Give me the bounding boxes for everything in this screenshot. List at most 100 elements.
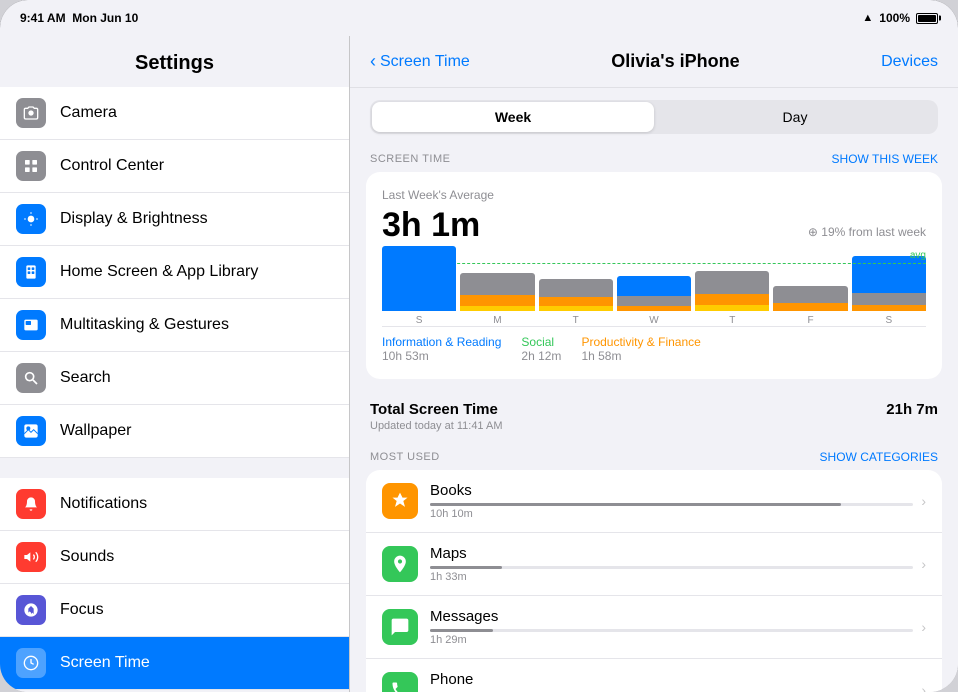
bar-group-5: F bbox=[773, 286, 847, 326]
sidebar-item-search[interactable]: Search bbox=[0, 352, 349, 405]
phone-info: Phone 1h 16m bbox=[430, 671, 913, 692]
maps-app-icon bbox=[382, 546, 418, 582]
phone-name: Phone bbox=[430, 671, 913, 688]
battery-percent: 100% bbox=[879, 11, 910, 25]
control-center-icon bbox=[16, 151, 46, 181]
content-scroll: SCREEN TIME SHOW THIS WEEK Last Week's A… bbox=[350, 142, 958, 692]
sidebar-title: Settings bbox=[0, 36, 349, 87]
page-title: Olivia's iPhone bbox=[611, 51, 739, 72]
messages-bar-fill bbox=[430, 629, 493, 632]
segment-week[interactable]: Week bbox=[372, 102, 654, 132]
legend-time-0: 10h 53m bbox=[382, 349, 501, 363]
bar-group-2: T bbox=[539, 279, 613, 326]
card-subtitle: Last Week's Average bbox=[382, 188, 926, 202]
display-brightness-icon bbox=[16, 204, 46, 234]
total-value: 21h 7m bbox=[886, 401, 938, 418]
legend-time-1: 2h 12m bbox=[521, 349, 561, 363]
sidebar-item-screen-time[interactable]: Screen Time bbox=[0, 637, 349, 690]
sidebar-item-display-brightness[interactable]: Display & Brightness bbox=[0, 193, 349, 246]
legend-productivity: Productivity & Finance 1h 58m bbox=[581, 335, 700, 363]
avg-line bbox=[382, 263, 926, 264]
notifications-icon bbox=[16, 489, 46, 519]
devices-button[interactable]: Devices bbox=[881, 53, 938, 71]
sidebar-label-focus: Focus bbox=[60, 601, 104, 619]
legend-info-reading: Information & Reading 10h 53m bbox=[382, 335, 501, 363]
messages-time: 1h 29m bbox=[430, 634, 913, 646]
multitasking-icon bbox=[16, 310, 46, 340]
main-time: 3h 1m bbox=[382, 206, 480, 245]
messages-bar-container bbox=[430, 629, 913, 632]
legend-name-0: Information & Reading bbox=[382, 335, 501, 349]
status-bar: 9:41 AM Mon Jun 10 ▲ 100% bbox=[0, 0, 958, 36]
bar-group-0: S bbox=[382, 246, 456, 326]
total-label: Total Screen Time bbox=[370, 401, 498, 418]
updated-text: Updated today at 11:41 AM bbox=[366, 420, 942, 440]
messages-info: Messages 1h 29m bbox=[430, 608, 913, 646]
sidebar-label-screen-time: Screen Time bbox=[60, 654, 150, 672]
status-time: 9:41 AM Mon Jun 10 bbox=[20, 11, 138, 25]
messages-name: Messages bbox=[430, 608, 913, 625]
bar-chart: avg S M bbox=[382, 247, 926, 327]
wallpaper-icon bbox=[16, 416, 46, 446]
sidebar-label-multitasking: Multitasking & Gestures bbox=[60, 316, 229, 334]
sidebar-item-home-screen[interactable]: Home Screen & App Library bbox=[0, 246, 349, 299]
segment-day[interactable]: Day bbox=[654, 102, 936, 132]
books-bar-container bbox=[430, 503, 913, 506]
sidebar-label-home-screen: Home Screen & App Library bbox=[60, 263, 258, 281]
ipad-frame: 9:41 AM Mon Jun 10 ▲ 100% Settings Camer… bbox=[0, 0, 958, 692]
bar-group-1: M bbox=[460, 273, 534, 326]
app-row-messages[interactable]: Messages 1h 29m › bbox=[366, 596, 942, 659]
legend-social: Social 2h 12m bbox=[521, 335, 561, 363]
sidebar-item-camera[interactable]: Camera bbox=[0, 87, 349, 140]
sidebar-item-control-center[interactable]: Control Center bbox=[0, 140, 349, 193]
sidebar-list: Camera Control Center Display & Brightne… bbox=[0, 87, 349, 692]
focus-icon bbox=[16, 595, 46, 625]
most-used-card: Books 10h 10m › Maps bbox=[366, 470, 942, 692]
maps-name: Maps bbox=[430, 545, 913, 562]
books-time: 10h 10m bbox=[430, 508, 913, 520]
books-info: Books 10h 10m bbox=[430, 482, 913, 520]
maps-bar-container bbox=[430, 566, 913, 569]
sidebar-label-display: Display & Brightness bbox=[60, 210, 208, 228]
segment-control: Week Day bbox=[370, 100, 938, 134]
show-this-week-button[interactable]: SHOW THIS WEEK bbox=[832, 152, 938, 166]
sidebar-item-focus[interactable]: Focus bbox=[0, 584, 349, 637]
sidebar-label-search: Search bbox=[60, 369, 111, 387]
books-bar-fill bbox=[430, 503, 841, 506]
books-app-icon bbox=[382, 483, 418, 519]
legend-name-2: Productivity & Finance bbox=[581, 335, 700, 349]
screen-time-label: SCREEN TIME bbox=[370, 153, 450, 165]
battery-icon bbox=[916, 13, 938, 24]
bar-group-6: S bbox=[852, 256, 926, 326]
legend-time-2: 1h 58m bbox=[581, 349, 700, 363]
chart-legend: Information & Reading 10h 53m Social 2h … bbox=[382, 335, 926, 363]
status-indicators: ▲ 100% bbox=[862, 11, 938, 25]
sidebar-spacer-1 bbox=[0, 458, 349, 478]
show-categories-button[interactable]: SHOW CATEGORIES bbox=[820, 450, 938, 464]
app-row-books[interactable]: Books 10h 10m › bbox=[366, 470, 942, 533]
most-used-label: MOST USED bbox=[370, 451, 440, 463]
screen-time-card: Last Week's Average 3h 1m ⊕ 19% from las… bbox=[366, 172, 942, 379]
home-screen-icon bbox=[16, 257, 46, 287]
screen-time-icon bbox=[16, 648, 46, 678]
app-row-maps[interactable]: Maps 1h 33m › bbox=[366, 533, 942, 596]
right-panel: ‹ Screen Time Olivia's iPhone Devices We… bbox=[350, 36, 958, 692]
most-used-section-header: MOST USED SHOW CATEGORIES bbox=[366, 440, 942, 470]
maps-chevron-icon: › bbox=[921, 556, 926, 572]
comparison-text: ⊕ 19% from last week bbox=[808, 225, 926, 239]
sidebar-label-sounds: Sounds bbox=[60, 548, 114, 566]
phone-app-icon bbox=[382, 672, 418, 692]
sidebar-label-notifications: Notifications bbox=[60, 495, 147, 513]
maps-bar-fill bbox=[430, 566, 502, 569]
app-row-phone[interactable]: Phone 1h 16m › bbox=[366, 659, 942, 692]
sidebar-label-control-center: Control Center bbox=[60, 157, 164, 175]
phone-chevron-icon: › bbox=[921, 682, 926, 692]
sidebar-item-multitasking[interactable]: Multitasking & Gestures bbox=[0, 299, 349, 352]
back-button[interactable]: ‹ Screen Time bbox=[370, 51, 470, 72]
sidebar-item-notifications[interactable]: Notifications bbox=[0, 478, 349, 531]
nav-bar: ‹ Screen Time Olivia's iPhone Devices bbox=[350, 36, 958, 88]
sidebar-item-sounds[interactable]: Sounds bbox=[0, 531, 349, 584]
avg-label: avg bbox=[910, 250, 926, 261]
sidebar-item-wallpaper[interactable]: Wallpaper bbox=[0, 405, 349, 458]
books-chevron-icon: › bbox=[921, 493, 926, 509]
